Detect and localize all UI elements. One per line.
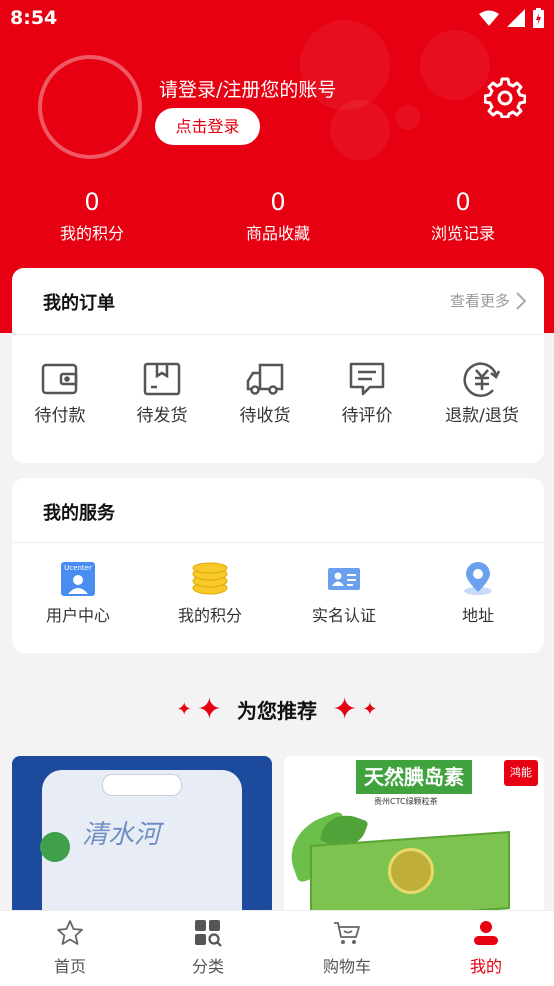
stat-favorites[interactable]: 0 商品收藏 <box>203 186 353 244</box>
stat-label: 我的积分 <box>59 224 124 243</box>
tab-home[interactable]: 首页 <box>20 919 120 977</box>
location-pin-icon <box>464 562 492 595</box>
recommend-header: ✦ ✦ 为您推荐 ✦ ✦ <box>0 692 554 727</box>
order-item-label: 待评价 <box>341 406 393 426</box>
recommend-title: 为您推荐 <box>237 699 317 723</box>
sparkle-icon: ✦ <box>362 699 378 720</box>
sparkle-icon: ✦ <box>332 692 358 727</box>
tab-category[interactable]: 分类 <box>158 919 258 977</box>
coins-icon <box>192 562 228 595</box>
divider <box>12 542 544 543</box>
stat-value: 0 <box>84 188 100 216</box>
avatar[interactable] <box>38 55 142 159</box>
login-button[interactable]: 点击登录 <box>155 108 260 145</box>
id-card-icon <box>328 568 360 590</box>
sparkle-icon: ✦ <box>196 692 222 727</box>
product-card-rice[interactable]: 清水河 <box>12 756 272 916</box>
gear-icon[interactable] <box>484 76 526 118</box>
status-icons <box>479 8 544 28</box>
login-prompt[interactable]: 请登录/注册您的账号 <box>159 75 336 102</box>
brand-seal-icon <box>40 832 70 862</box>
stat-value: 0 <box>455 188 471 216</box>
bottom-tab-bar: 首页 分类 购物车 我的 <box>0 910 554 986</box>
comment-icon <box>349 362 385 396</box>
order-item-label: 待收货 <box>239 406 291 426</box>
service-address[interactable]: 地址 <box>433 562 523 626</box>
status-bar: 8:54 <box>0 0 554 38</box>
service-label: 实名认证 <box>311 606 376 625</box>
view-more-link[interactable]: 查看更多 <box>450 290 526 311</box>
wifi-icon <box>479 10 499 26</box>
cart-icon <box>334 922 360 944</box>
brand-logo: 鸿能 <box>504 760 538 786</box>
bag-handle <box>102 774 182 796</box>
chevron-right-icon <box>516 291 526 310</box>
service-label: 用户中心 <box>45 606 110 625</box>
truck-icon <box>246 363 284 395</box>
grid-search-icon <box>195 920 222 947</box>
view-more-label: 查看更多 <box>449 292 510 310</box>
decorative-bubble <box>420 30 490 100</box>
package-icon <box>143 362 181 396</box>
status-time: 8:54 <box>10 7 58 29</box>
tab-mine[interactable]: 我的 <box>436 919 536 977</box>
services-card: 我的服务 Ucenter 用户中心 我的积分 实名认证 地址 <box>12 478 544 653</box>
sparkle-icon: ✦ <box>176 699 192 720</box>
decorative-bubble <box>330 100 390 160</box>
tab-cart[interactable]: 购物车 <box>297 919 397 977</box>
order-pending-shipment[interactable]: 待发货 <box>122 361 202 426</box>
stat-value: 0 <box>270 188 286 216</box>
stat-history[interactable]: 0 浏览记录 <box>388 186 538 244</box>
service-user-center[interactable]: Ucenter 用户中心 <box>33 562 123 626</box>
stat-points[interactable]: 0 我的积分 <box>17 186 167 244</box>
divider <box>12 334 544 335</box>
services-title: 我的服务 <box>43 503 115 524</box>
stat-label: 浏览记录 <box>430 224 495 243</box>
signal-icon <box>507 9 525 27</box>
refund-icon <box>463 362 501 397</box>
product-card-tea[interactable]: 天然腆岛素 鸿能 贵州CTC绿颗粒茶 <box>284 756 544 916</box>
service-real-name[interactable]: 实名认证 <box>299 562 389 626</box>
order-item-label: 退款/退货 <box>445 406 519 426</box>
person-icon <box>474 921 498 945</box>
orders-card: 我的订单 查看更多 待付款 待发货 待收货 待评价 退款/退货 <box>12 268 544 463</box>
user-center-icon: Ucenter <box>61 562 95 596</box>
tab-label: 分类 <box>191 957 224 976</box>
product-subtitle: 贵州CTC绿颗粒茶 <box>374 797 438 806</box>
order-pending-receipt[interactable]: 待收货 <box>225 361 305 426</box>
order-item-label: 待发货 <box>136 406 188 426</box>
tea-circle <box>388 848 434 894</box>
service-label: 地址 <box>461 606 494 625</box>
orders-title: 我的订单 <box>43 293 115 314</box>
stat-label: 商品收藏 <box>245 224 310 243</box>
product-image-text: 清水河 <box>82 820 161 850</box>
tab-label: 我的 <box>469 957 502 976</box>
product-banner: 天然腆岛素 <box>356 760 472 794</box>
service-points[interactable]: 我的积分 <box>165 562 255 626</box>
order-pending-review[interactable]: 待评价 <box>327 361 407 426</box>
service-label: 我的积分 <box>177 606 242 625</box>
wallet-icon <box>41 363 78 395</box>
star-icon <box>57 920 83 945</box>
decorative-bubble <box>395 105 420 130</box>
battery-icon <box>533 8 544 28</box>
order-refund[interactable]: 退款/退货 <box>437 361 527 426</box>
order-pending-payment[interactable]: 待付款 <box>20 361 100 426</box>
tab-label: 首页 <box>53 957 86 976</box>
tab-label: 购物车 <box>322 957 371 976</box>
order-item-label: 待付款 <box>34 406 86 426</box>
